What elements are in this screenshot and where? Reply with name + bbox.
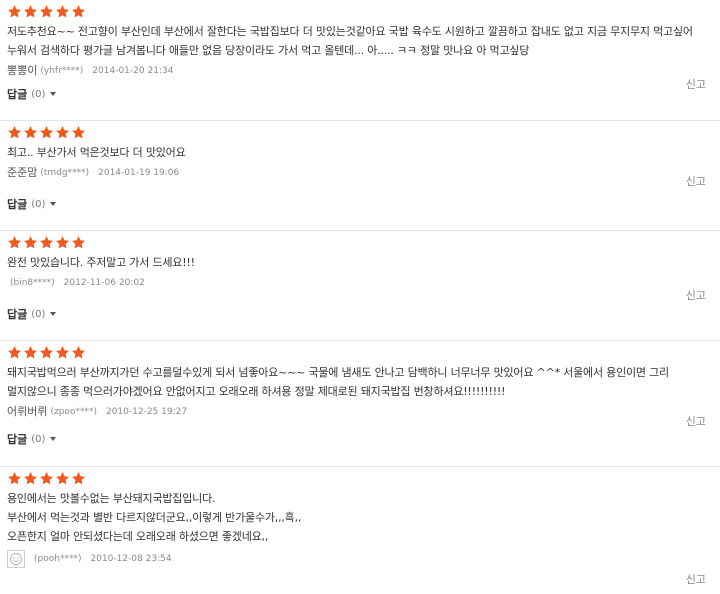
star-icon <box>55 345 70 360</box>
star-icon <box>39 4 54 19</box>
reviewer-nickname: 어뤼버뤼 <box>7 405 48 418</box>
reply-count: (0) <box>31 88 46 100</box>
reply-label: 답글 <box>7 433 28 446</box>
chevron-down-icon <box>50 312 57 316</box>
reply-label: 답글 <box>7 198 28 211</box>
reply-count: (0) <box>31 308 46 320</box>
reply-toggle[interactable]: 답글 (0) <box>7 86 713 102</box>
review-text: 저도추천요~~ 전고향이 부산인데 부산에서 잘한다는 국밥집보다 더 맛있는것… <box>7 25 693 57</box>
review-text: 최고.. 부산가서 먹은것보다 더 맛있어요 <box>7 146 186 159</box>
star-icon <box>71 235 86 250</box>
star-rating <box>7 4 713 21</box>
reply-count: (0) <box>31 198 46 210</box>
review-text-line: 부산에서 먹는것과 별반 다르지않더군요,,이렇게 반가울수가,,,흑,, <box>7 511 302 524</box>
star-icon <box>23 4 38 19</box>
report-link[interactable]: 신고 <box>686 76 706 92</box>
reply-toggle[interactable]: 답글 (0) <box>7 431 713 447</box>
smiley-icon <box>7 550 25 568</box>
report-link[interactable]: 신고 <box>686 173 706 189</box>
review-item: 돼지국밥먹으러 부산까지가던 수고를덜수있게 되서 넘좋아요~~~ 국물에 냄새… <box>0 341 720 467</box>
reviewer-id: (tmdg****) <box>40 168 90 178</box>
star-icon <box>7 471 22 486</box>
report-link[interactable]: 신고 <box>686 571 706 587</box>
review-meta: (bin8****) 2012-11-06 20:02 <box>7 274 713 292</box>
star-icon <box>71 471 86 486</box>
star-icon <box>7 345 22 360</box>
reviewer-id: (bin8****) <box>10 278 55 288</box>
star-icon <box>7 125 22 140</box>
review-meta: 어뤼버뤼 (zpoo****) 2010-12-25 19:27 <box>7 403 713 421</box>
chevron-down-icon <box>50 437 57 441</box>
star-icon <box>7 4 22 19</box>
reply-toggle[interactable]: 답글 (0) <box>7 306 713 322</box>
reviewer-nickname: 뽕뽕이 <box>7 64 38 77</box>
reviewer-id: (zpoo****) <box>50 407 97 417</box>
star-icon <box>55 471 70 486</box>
review-date: 2014-01-19 19:06 <box>98 168 180 178</box>
star-rating <box>7 345 713 362</box>
star-icon <box>39 471 54 486</box>
chevron-down-icon <box>50 92 57 96</box>
review-date: 2014-01-20 21:34 <box>92 66 174 76</box>
review-list: 저도추천요~~ 전고향이 부산인데 부산에서 잘한다는 국밥집보다 더 맛있는것… <box>0 0 720 594</box>
star-icon <box>71 345 86 360</box>
review-text-line: 오픈한지 얼마 안되셨다는데 오래오래 하셨으면 좋겠네요,, <box>7 530 269 543</box>
reply-count: (0) <box>31 433 46 445</box>
star-icon <box>23 235 38 250</box>
star-icon <box>23 345 38 360</box>
star-icon <box>71 125 86 140</box>
star-rating <box>7 235 713 252</box>
review-text-line: 용인에서는 맛볼수없는 부산돼지국밥집입니다. <box>7 492 216 505</box>
reviewer-id: (pooh****) <box>34 554 82 564</box>
star-icon <box>71 4 86 19</box>
reply-label: 답글 <box>7 88 28 101</box>
review-item: 완전 맛있습니다. 주저말고 가서 드세요!!! (bin8****) 2012… <box>0 231 720 341</box>
review-meta: (pooh****) 2010-12-08 23:54 <box>7 550 713 568</box>
star-icon <box>55 235 70 250</box>
star-icon <box>39 125 54 140</box>
review-meta: 준준맘 (tmdg****) 2014-01-19 19:06 <box>7 164 713 182</box>
star-icon <box>23 125 38 140</box>
review-text: 돼지국밥먹으러 부산까지가던 수고를덜수있게 되서 넘좋아요~~~ 국물에 냄새… <box>7 366 669 398</box>
star-icon <box>39 235 54 250</box>
review-text: 완전 맛있습니다. 주저말고 가서 드세요!!! <box>7 256 195 269</box>
reply-label: 답글 <box>7 308 28 321</box>
review-date: 2010-12-08 23:54 <box>90 554 172 564</box>
review-date: 2010-12-25 19:27 <box>105 407 188 417</box>
review-text: 용인에서는 맛볼수없는 부산돼지국밥집입니다. 부산에서 먹는것과 별반 다르지… <box>7 489 713 546</box>
report-link[interactable]: 신고 <box>686 413 706 429</box>
star-icon <box>7 235 22 250</box>
reviewer-nickname: 준준맘 <box>7 166 38 179</box>
review-date: 2012-11-06 20:02 <box>63 278 145 288</box>
star-rating <box>7 125 713 142</box>
review-item: 용인에서는 맛볼수없는 부산돼지국밥집입니다. 부산에서 먹는것과 별반 다르지… <box>0 467 720 594</box>
report-link[interactable]: 신고 <box>686 287 706 303</box>
reply-toggle[interactable]: 답글 (0) <box>7 196 713 212</box>
star-icon <box>55 4 70 19</box>
reviewer-id: (yhfr****) <box>40 66 84 76</box>
review-item: 저도추천요~~ 전고향이 부산인데 부산에서 잘한다는 국밥집보다 더 맛있는것… <box>0 0 720 121</box>
star-rating <box>7 471 713 488</box>
chevron-down-icon <box>50 202 57 206</box>
star-icon <box>55 125 70 140</box>
review-meta: 뽕뽕이 (yhfr****) 2014-01-20 21:34 <box>7 62 713 80</box>
review-item: 최고.. 부산가서 먹은것보다 더 맛있어요 준준맘 (tmdg****) 20… <box>0 121 720 231</box>
star-icon <box>23 471 38 486</box>
star-icon <box>39 345 54 360</box>
